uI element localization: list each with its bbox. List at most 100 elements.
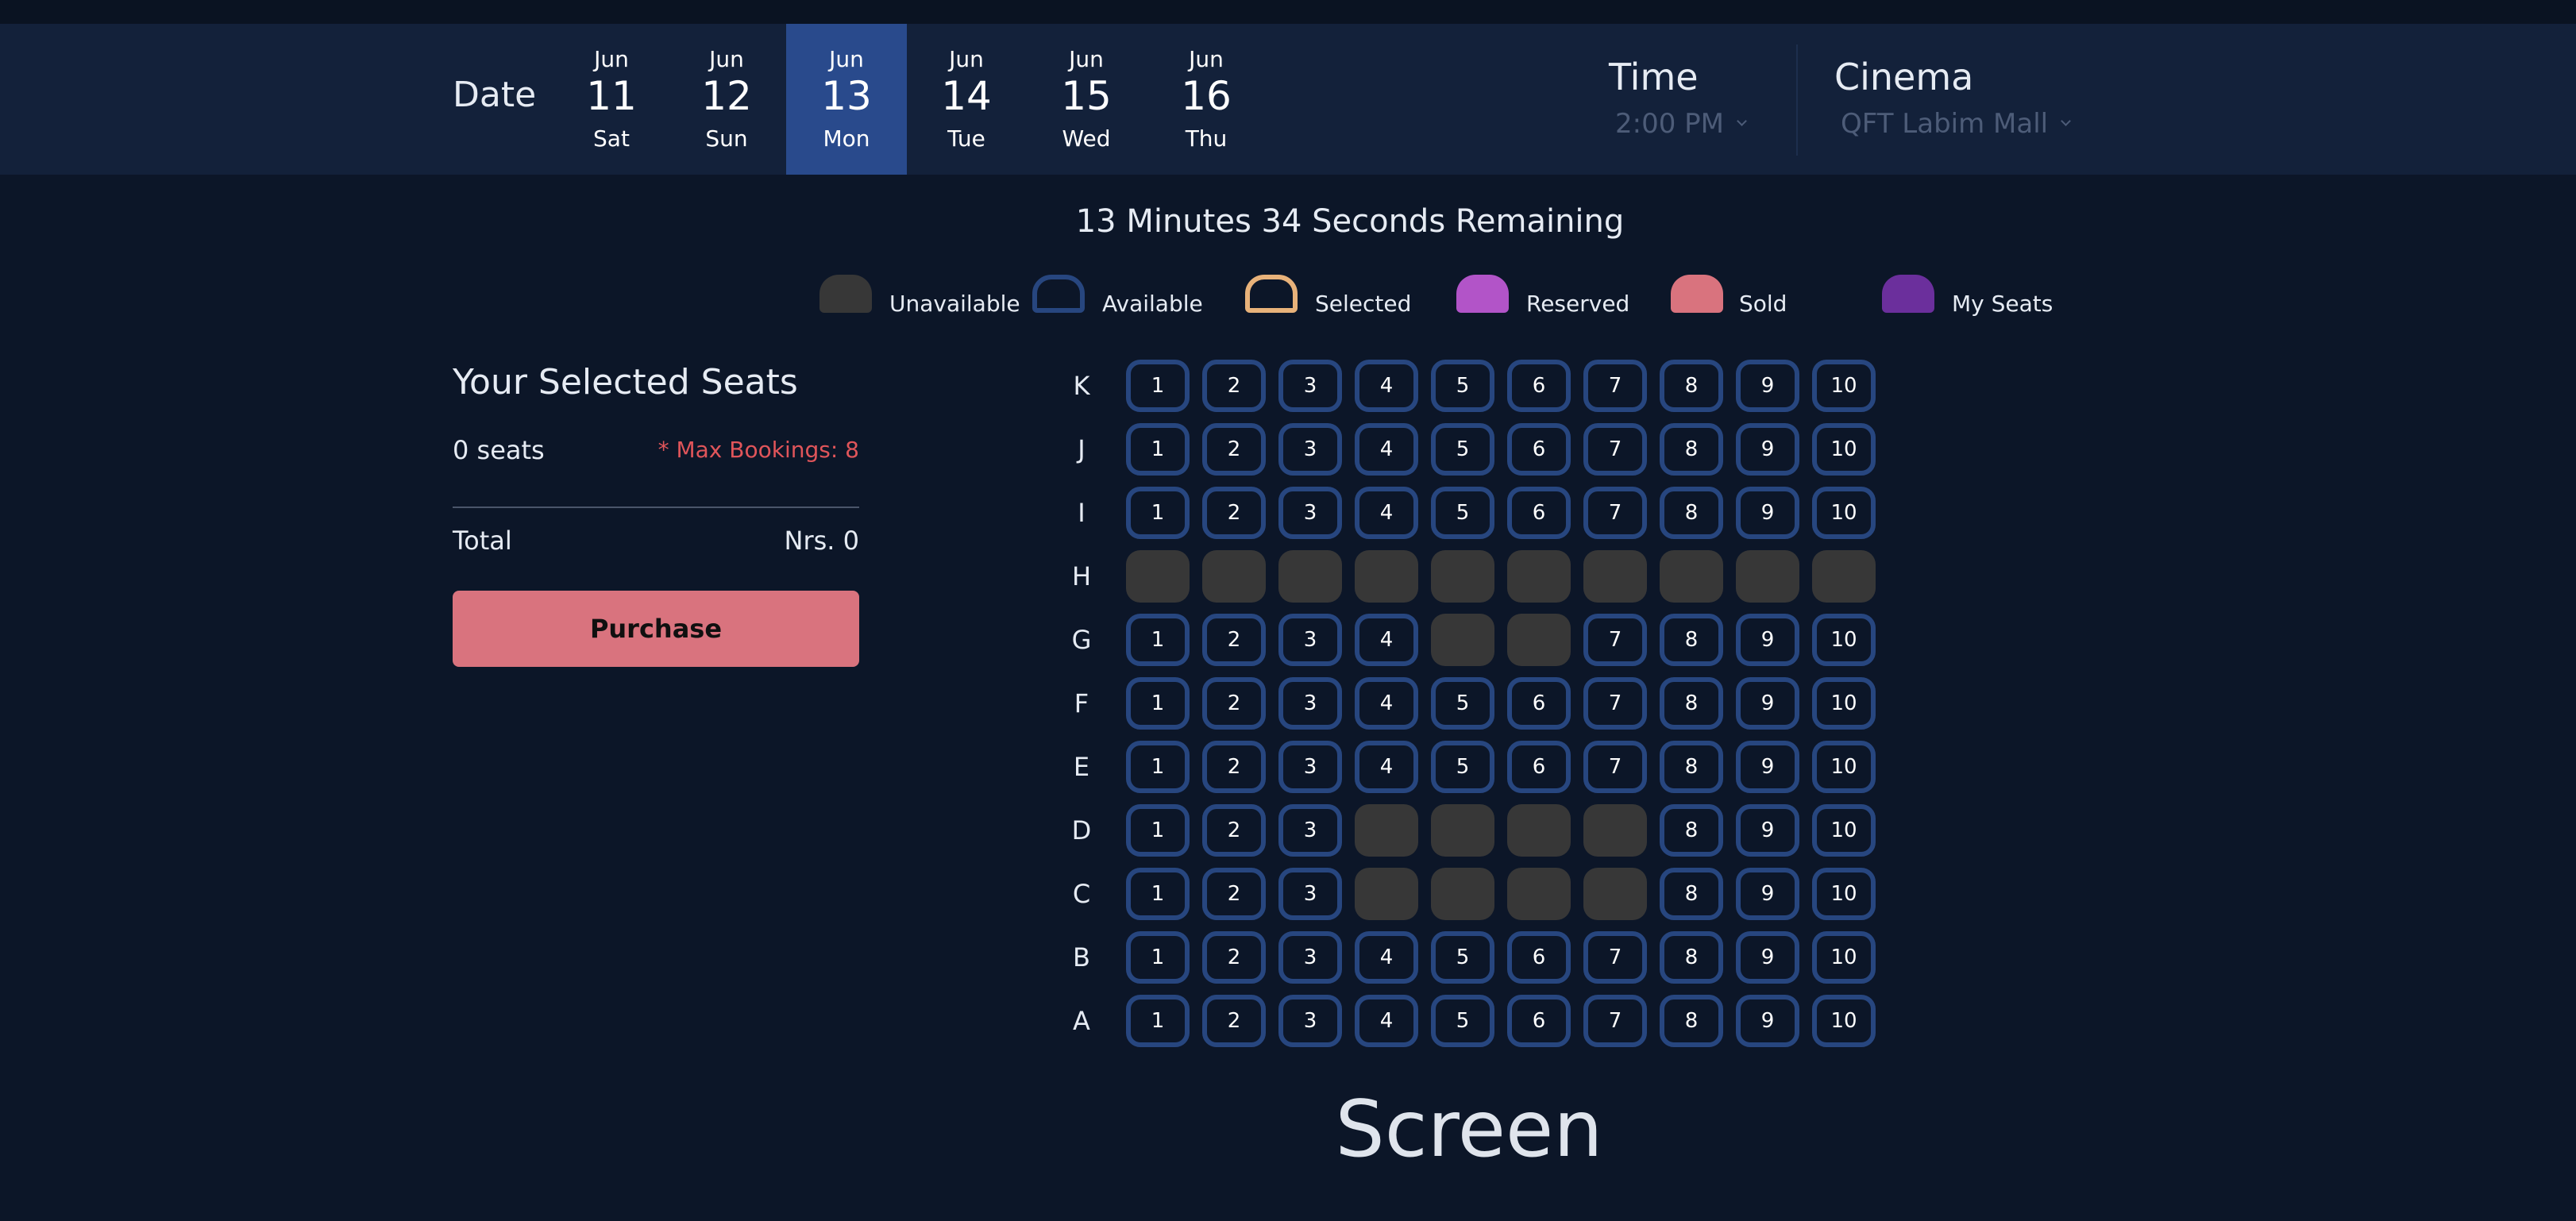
seat-A6[interactable]: 6 [1507,995,1571,1047]
seat-A9[interactable]: 9 [1736,995,1799,1047]
seat-J5[interactable]: 5 [1431,423,1494,476]
seat-F6[interactable]: 6 [1507,677,1571,730]
seat-E7[interactable]: 7 [1583,741,1647,793]
cinema-select[interactable]: QFT Labim Mall [1841,108,2071,140]
seat-J9[interactable]: 9 [1736,423,1799,476]
seat-I7[interactable]: 7 [1583,487,1647,539]
seat-F4[interactable]: 4 [1355,677,1418,730]
seat-E8[interactable]: 8 [1660,741,1723,793]
seat-F3[interactable]: 3 [1278,677,1342,730]
seat-I2[interactable]: 2 [1202,487,1266,539]
seat-C1[interactable]: 1 [1126,868,1190,920]
seat-I5[interactable]: 5 [1431,487,1494,539]
seat-J10[interactable]: 10 [1812,423,1876,476]
seat-B7[interactable]: 7 [1583,931,1647,984]
date-tab-14[interactable]: Jun 14 Tue [906,24,1027,175]
date-tab-16[interactable]: Jun 16 Thu [1146,24,1267,175]
seat-J6[interactable]: 6 [1507,423,1571,476]
seat-A2[interactable]: 2 [1202,995,1266,1047]
seat-A4[interactable]: 4 [1355,995,1418,1047]
seat-G3[interactable]: 3 [1278,614,1342,666]
seat-G4[interactable]: 4 [1355,614,1418,666]
seat-G8[interactable]: 8 [1660,614,1723,666]
seat-K5[interactable]: 5 [1431,360,1494,412]
seat-B5[interactable]: 5 [1431,931,1494,984]
seat-F10[interactable]: 10 [1812,677,1876,730]
time-select[interactable]: 2:00 PM [1615,108,1747,140]
seat-J4[interactable]: 4 [1355,423,1418,476]
seat-G7[interactable]: 7 [1583,614,1647,666]
seat-K2[interactable]: 2 [1202,360,1266,412]
seat-E9[interactable]: 9 [1736,741,1799,793]
seat-I8[interactable]: 8 [1660,487,1723,539]
seat-C9[interactable]: 9 [1736,868,1799,920]
date-tab-12[interactable]: Jun 12 Sun [666,24,787,175]
seat-I3[interactable]: 3 [1278,487,1342,539]
date-tab-11[interactable]: Jun 11 Sat [551,24,672,175]
date-tab-15[interactable]: Jun 15 Wed [1026,24,1147,175]
seat-F8[interactable]: 8 [1660,677,1723,730]
seat-J2[interactable]: 2 [1202,423,1266,476]
seat-J3[interactable]: 3 [1278,423,1342,476]
seat-I4[interactable]: 4 [1355,487,1418,539]
seat-G2[interactable]: 2 [1202,614,1266,666]
seat-C3[interactable]: 3 [1278,868,1342,920]
seat-K10[interactable]: 10 [1812,360,1876,412]
seat-D3[interactable]: 3 [1278,804,1342,857]
seat-G9[interactable]: 9 [1736,614,1799,666]
seat-A1[interactable]: 1 [1126,995,1190,1047]
seat-I9[interactable]: 9 [1736,487,1799,539]
seat-F1[interactable]: 1 [1126,677,1190,730]
seat-A5[interactable]: 5 [1431,995,1494,1047]
seat-K7[interactable]: 7 [1583,360,1647,412]
seat-A8[interactable]: 8 [1660,995,1723,1047]
seat-K9[interactable]: 9 [1736,360,1799,412]
seat-A3[interactable]: 3 [1278,995,1342,1047]
seat-B4[interactable]: 4 [1355,931,1418,984]
seat-K1[interactable]: 1 [1126,360,1190,412]
seat-J8[interactable]: 8 [1660,423,1723,476]
seat-A7[interactable]: 7 [1583,995,1647,1047]
seat-B6[interactable]: 6 [1507,931,1571,984]
seat-D9[interactable]: 9 [1736,804,1799,857]
seat-F5[interactable]: 5 [1431,677,1494,730]
seat-E3[interactable]: 3 [1278,741,1342,793]
seat-F2[interactable]: 2 [1202,677,1266,730]
seat-B10[interactable]: 10 [1812,931,1876,984]
seat-F9[interactable]: 9 [1736,677,1799,730]
seat-E4[interactable]: 4 [1355,741,1418,793]
seat-E5[interactable]: 5 [1431,741,1494,793]
seat-B9[interactable]: 9 [1736,931,1799,984]
date-tab-13[interactable]: Jun 13 Mon [786,24,907,175]
seat-D1[interactable]: 1 [1126,804,1190,857]
seat-C10[interactable]: 10 [1812,868,1876,920]
seat-C8[interactable]: 8 [1660,868,1723,920]
seat-D2[interactable]: 2 [1202,804,1266,857]
seat-B1[interactable]: 1 [1126,931,1190,984]
seat-E10[interactable]: 10 [1812,741,1876,793]
seat-J1[interactable]: 1 [1126,423,1190,476]
seat-K6[interactable]: 6 [1507,360,1571,412]
purchase-button[interactable]: Purchase [453,591,859,667]
seat-E2[interactable]: 2 [1202,741,1266,793]
seat-K3[interactable]: 3 [1278,360,1342,412]
seat-A10[interactable]: 10 [1812,995,1876,1047]
seat-I6[interactable]: 6 [1507,487,1571,539]
seat-D8[interactable]: 8 [1660,804,1723,857]
seat-G10[interactable]: 10 [1812,614,1876,666]
seat-K4[interactable]: 4 [1355,360,1418,412]
seat-E6[interactable]: 6 [1507,741,1571,793]
seat-B8[interactable]: 8 [1660,931,1723,984]
seat-B3[interactable]: 3 [1278,931,1342,984]
seat-B2[interactable]: 2 [1202,931,1266,984]
seat-G1[interactable]: 1 [1126,614,1190,666]
seat-K8[interactable]: 8 [1660,360,1723,412]
seat-J7[interactable]: 7 [1583,423,1647,476]
seat-E1[interactable]: 1 [1126,741,1190,793]
seat-I1[interactable]: 1 [1126,487,1190,539]
seat-C2[interactable]: 2 [1202,868,1266,920]
date-label: Date [453,75,537,115]
seat-I10[interactable]: 10 [1812,487,1876,539]
seat-F7[interactable]: 7 [1583,677,1647,730]
seat-D10[interactable]: 10 [1812,804,1876,857]
